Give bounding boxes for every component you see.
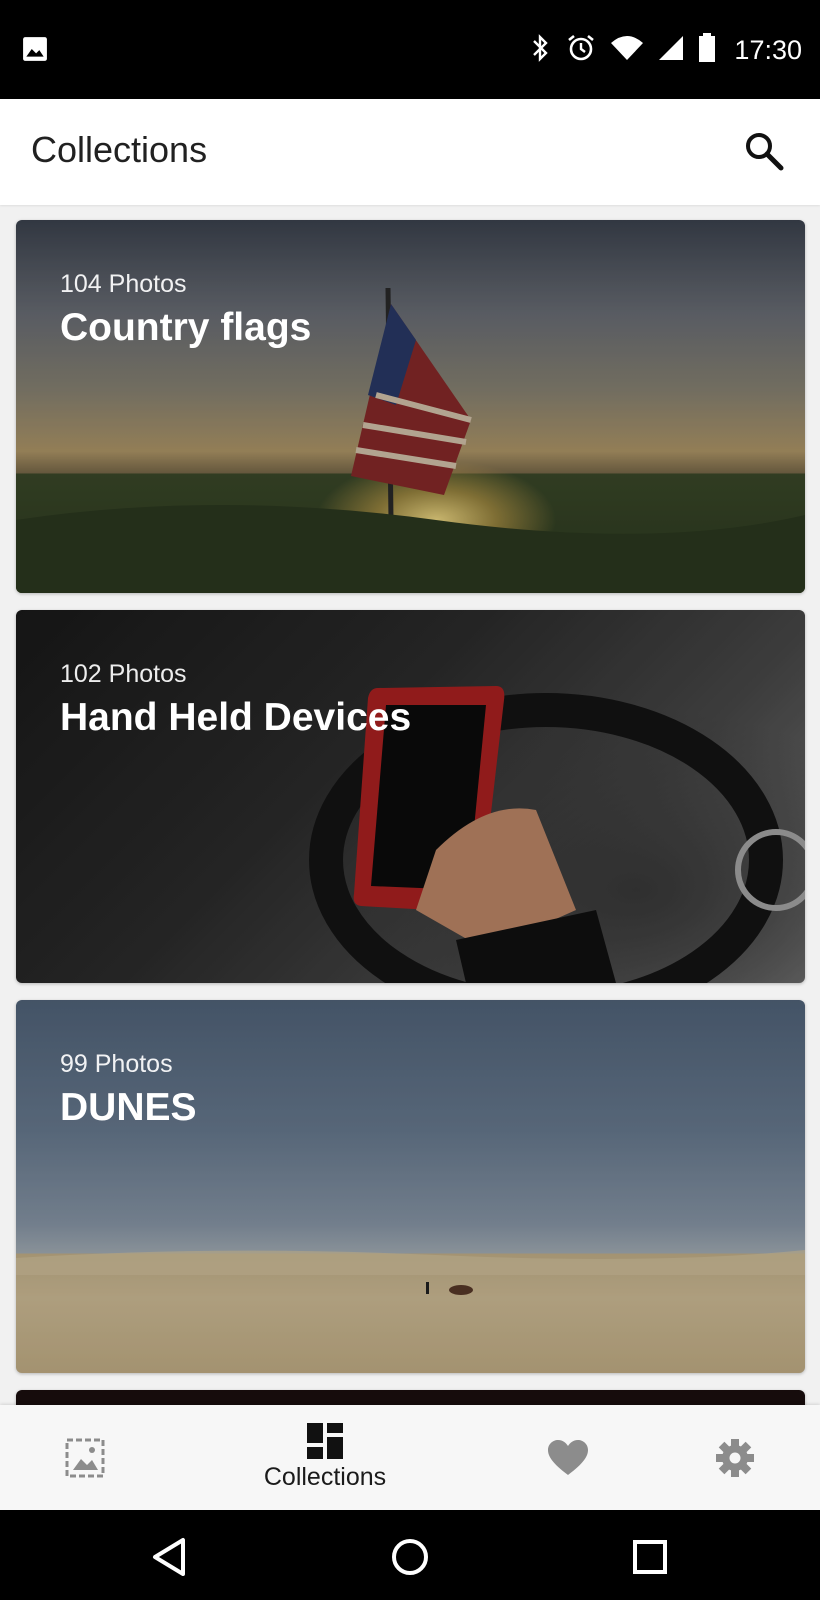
- photos-icon: [65, 1438, 105, 1477]
- collection-title: Country flags: [60, 306, 312, 349]
- gear-icon: [716, 1438, 754, 1477]
- collection-title: DUNES: [60, 1086, 197, 1129]
- recents-icon: [633, 1540, 667, 1574]
- app-bar: Collections: [0, 99, 820, 205]
- nav-collections-label: Collections: [263, 1463, 387, 1491]
- home-button[interactable]: [385, 1532, 435, 1582]
- nav-photos[interactable]: [40, 1405, 130, 1510]
- photo-count: 99 Photos: [60, 1050, 173, 1078]
- battery-icon: [698, 32, 716, 68]
- bottom-navigation: Collections: [0, 1405, 820, 1510]
- back-icon: [153, 1538, 185, 1576]
- search-icon: [746, 133, 784, 171]
- bluetooth-icon: [530, 33, 552, 68]
- nav-collections[interactable]: Collections: [230, 1405, 420, 1510]
- status-time: 17:30: [734, 34, 802, 65]
- photo-count: 102 Photos: [60, 660, 187, 688]
- collection-title: Hand Held Devices: [60, 696, 412, 739]
- collection-card[interactable]: 104 Photos Country flags: [16, 220, 805, 593]
- wifi-icon: [610, 35, 644, 66]
- search-button[interactable]: [742, 129, 786, 173]
- collections-icon: [307, 1423, 343, 1459]
- back-button[interactable]: [145, 1532, 195, 1582]
- status-bar: 17:30: [0, 0, 820, 99]
- alarm-icon: [566, 33, 596, 68]
- system-navigation-bar: [0, 1510, 820, 1600]
- signal-icon: [658, 35, 684, 66]
- page-title: Collections: [31, 129, 208, 170]
- status-icons: 17:30: [530, 30, 802, 70]
- recents-button[interactable]: [625, 1532, 675, 1582]
- heart-icon: [548, 1439, 588, 1475]
- collection-card[interactable]: 99 Photos DUNES: [16, 1000, 805, 1373]
- nav-settings[interactable]: [690, 1405, 780, 1510]
- image-icon: [22, 36, 48, 67]
- nav-favorites[interactable]: [523, 1405, 613, 1510]
- home-icon: [392, 1539, 428, 1575]
- collection-card[interactable]: 102 Photos Hand Held Devices: [16, 610, 805, 983]
- photo-count: 104 Photos: [60, 270, 187, 298]
